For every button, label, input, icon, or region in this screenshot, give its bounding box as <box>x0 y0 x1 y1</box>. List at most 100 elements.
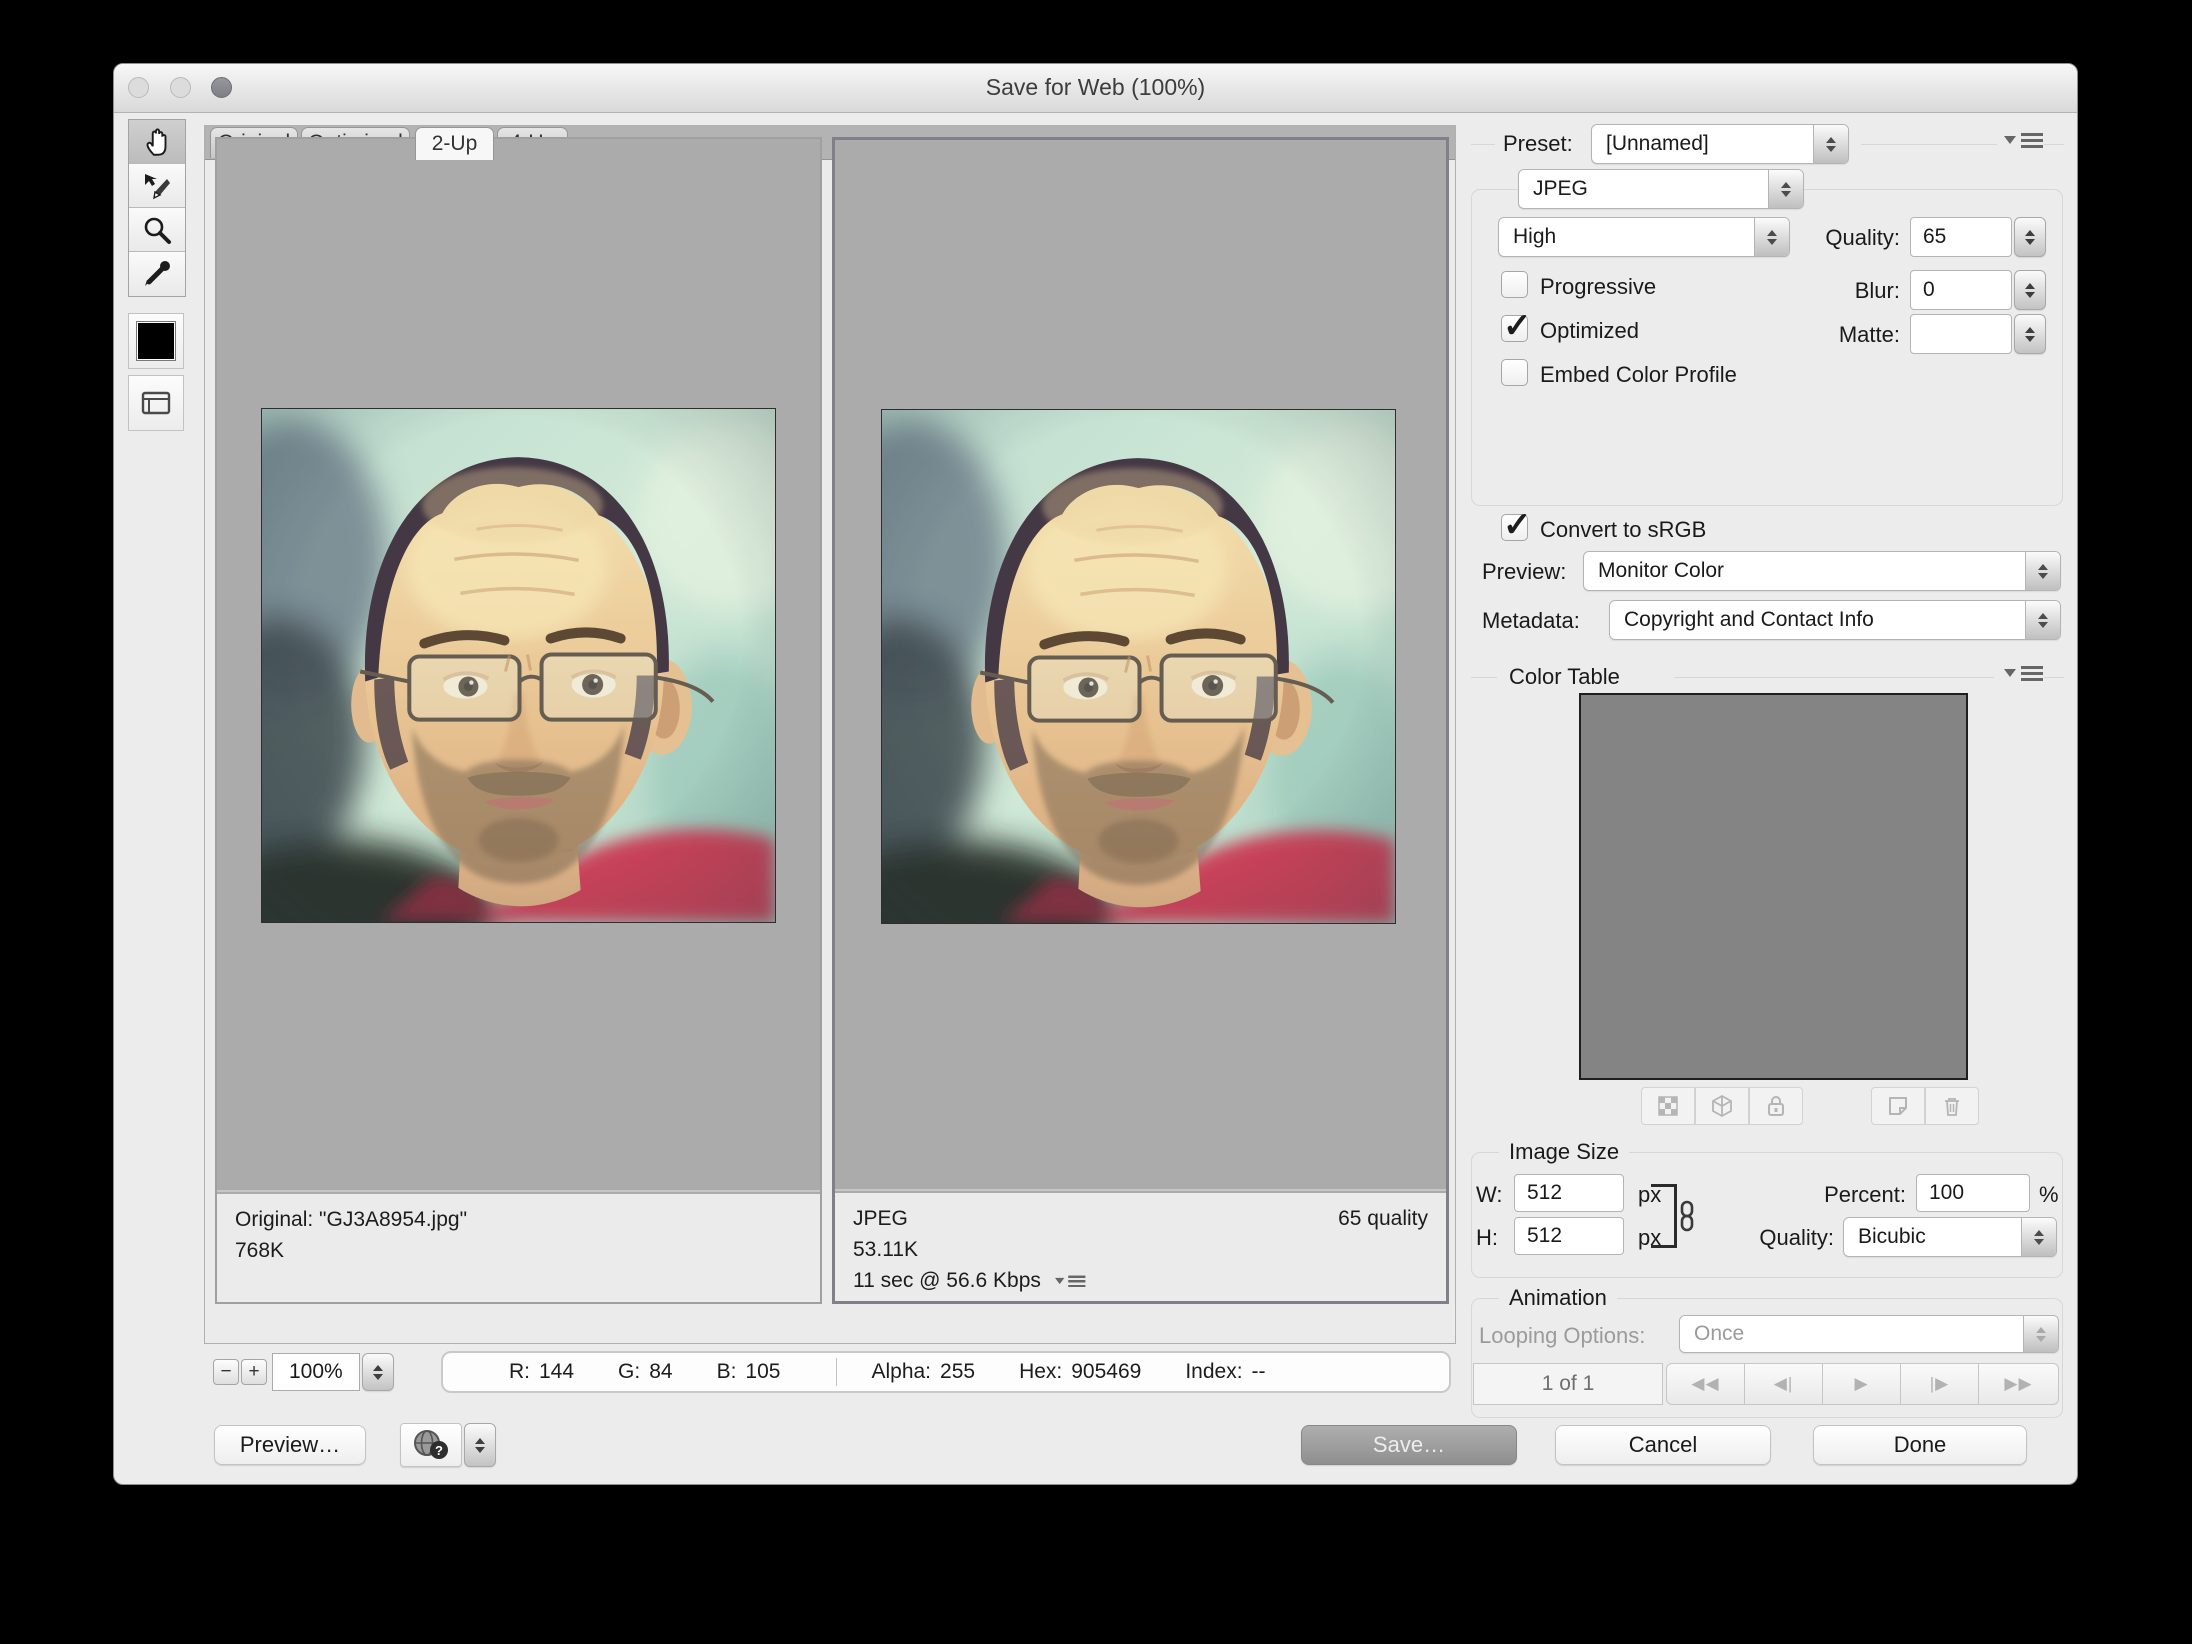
save-button-label: Save… <box>1373 1432 1445 1458</box>
save-button[interactable]: Save… <box>1301 1425 1517 1465</box>
new-swatch-icon <box>1886 1094 1910 1118</box>
blur-value: 0 <box>1923 278 1935 302</box>
lock-color-button[interactable] <box>1749 1087 1803 1125</box>
optimized-checkbox[interactable] <box>1501 315 1528 342</box>
image-size-title: Image Size <box>1499 1139 1629 1165</box>
matte-stepper[interactable] <box>2014 314 2046 354</box>
original-canvas[interactable] <box>217 139 820 1192</box>
index-readout: Index:-- <box>1185 1360 1265 1384</box>
readout-divider <box>836 1358 837 1386</box>
zoom-tool[interactable] <box>129 208 185 252</box>
color-table-title: Color Table <box>1509 664 1620 690</box>
frame-counter-value: 1 of 1 <box>1542 1372 1595 1396</box>
select-browser-button[interactable]: ? <box>400 1423 462 1467</box>
quality-field[interactable]: 65 <box>1910 217 2012 257</box>
width-field[interactable]: 512 <box>1514 1174 1624 1212</box>
preset-dropdown[interactable]: [Unnamed] <box>1591 124 1849 164</box>
previous-frame-button[interactable]: ◀| <box>1744 1363 1823 1405</box>
looping-dropdown-arrows-icon <box>2023 1316 2058 1352</box>
height-field[interactable]: 512 <box>1514 1217 1624 1255</box>
preset-dropdown-arrows-icon <box>1813 125 1848 163</box>
svg-text:?: ? <box>435 1443 443 1458</box>
color-table-swatches[interactable] <box>1579 693 1968 1080</box>
play-icon: ▶ <box>1854 1374 1868 1394</box>
minus-icon: − <box>220 1361 231 1383</box>
matte-field[interactable] <box>1910 314 2012 354</box>
preview-dropdown-arrows-icon <box>2025 552 2060 590</box>
resample-quality-label: Quality: <box>1714 1225 1834 1251</box>
hand-tool[interactable] <box>129 120 185 164</box>
current-color-swatch <box>136 321 176 361</box>
last-frame-button[interactable]: ▶▶ <box>1978 1363 2059 1405</box>
play-button[interactable]: ▶ <box>1822 1363 1901 1405</box>
quality-stepper[interactable] <box>2014 217 2046 257</box>
optimized-image[interactable] <box>881 409 1396 924</box>
preview-mode-label: Preview: <box>1482 559 1566 585</box>
progressive-checkbox[interactable] <box>1501 271 1528 298</box>
slices-icon <box>139 388 173 418</box>
format-dropdown-arrows-icon <box>1768 170 1803 208</box>
web-shift-color-button[interactable] <box>1695 1087 1749 1125</box>
download-rate-menu-icon[interactable] <box>1055 1273 1085 1289</box>
eyedropper-icon <box>141 258 173 290</box>
percent-label: Percent: <box>1754 1182 1906 1208</box>
hex-readout: Hex:905469 <box>1019 1360 1141 1384</box>
optimized-download-rate: 11 sec @ 56.6 Kbps <box>853 1265 1041 1296</box>
link-dimensions-icon[interactable] <box>1674 1200 1700 1232</box>
color-table-rule-mid <box>1674 677 1994 678</box>
browser-list-stepper[interactable] <box>464 1423 496 1467</box>
toggle-slices-visibility-button[interactable] <box>128 375 184 431</box>
alpha-readout: Alpha:255 <box>871 1360 975 1384</box>
optimized-format: JPEG <box>853 1203 908 1234</box>
eyedropper-tool[interactable] <box>129 252 185 296</box>
looping-options-dropdown[interactable]: Once <box>1679 1315 2059 1353</box>
tab-2-up[interactable]: 2-Up <box>415 127 494 160</box>
color-table-menu-icon[interactable] <box>2004 663 2043 683</box>
first-frame-icon: ◀◀ <box>1691 1374 1719 1394</box>
original-image[interactable] <box>261 408 776 923</box>
matte-label: Matte: <box>1714 322 1900 348</box>
preset-rule-right <box>1861 144 1997 145</box>
metadata-dropdown[interactable]: Copyright and Contact Info <box>1609 600 2061 640</box>
height-value: 512 <box>1527 1224 1562 1248</box>
zoom-in-button[interactable]: + <box>241 1359 267 1385</box>
delete-color-button[interactable] <box>1925 1087 1979 1125</box>
first-frame-button[interactable]: ◀◀ <box>1666 1363 1745 1405</box>
zoom-level-field[interactable]: 100% <box>272 1353 360 1391</box>
percent-field[interactable]: 100 <box>1916 1174 2030 1212</box>
blur-field[interactable]: 0 <box>1910 270 2012 310</box>
resample-quality-dropdown[interactable]: Bicubic <box>1843 1217 2057 1257</box>
eyedropper-color-swatch[interactable] <box>128 313 184 369</box>
original-preview-pane[interactable]: Original: "GJ3A8954.jpg" 768K <box>215 137 822 1304</box>
preset-rule-end <box>2044 144 2064 145</box>
looping-options-label: Looping Options: <box>1479 1323 1645 1349</box>
format-dropdown[interactable]: JPEG <box>1518 169 1804 209</box>
optimize-panel-menu-icon[interactable] <box>2004 130 2043 150</box>
lock-icon <box>1764 1094 1788 1118</box>
done-button[interactable]: Done <box>1813 1425 2027 1465</box>
blur-stepper[interactable] <box>2014 270 2046 310</box>
new-color-button[interactable] <box>1871 1087 1925 1125</box>
embed-color-profile-checkbox[interactable] <box>1501 359 1528 386</box>
optimized-preview-pane[interactable]: JPEG 65 quality 53.11K 11 sec @ 56.6 Kbp… <box>832 137 1449 1304</box>
snap-to-web-palette-button[interactable] <box>1641 1087 1695 1125</box>
optimized-canvas[interactable] <box>835 140 1446 1191</box>
tab-2-up-label: 2-Up <box>432 132 478 156</box>
preview-mode-dropdown[interactable]: Monitor Color <box>1583 551 2061 591</box>
checkerboard-icon <box>1656 1094 1680 1118</box>
percent-value: 100 <box>1929 1181 1964 1205</box>
width-value: 512 <box>1527 1181 1562 1205</box>
preview-in-browser-button[interactable]: Preview… <box>214 1425 366 1465</box>
next-frame-button[interactable]: |▶ <box>1900 1363 1979 1405</box>
next-frame-icon: |▶ <box>1930 1374 1950 1394</box>
title-bar[interactable]: Save for Web (100%) <box>114 64 2077 113</box>
zoom-out-button[interactable]: − <box>213 1359 239 1385</box>
original-filename: Original: "GJ3A8954.jpg" <box>235 1204 802 1235</box>
browser-globe-icon: ? <box>411 1428 451 1462</box>
metadata-value: Copyright and Contact Info <box>1624 608 1874 632</box>
cancel-button[interactable]: Cancel <box>1555 1425 1771 1465</box>
convert-to-srgb-checkbox[interactable] <box>1501 514 1528 541</box>
zoom-level-stepper[interactable] <box>362 1353 394 1391</box>
slice-select-tool[interactable] <box>129 164 185 208</box>
screen: { "window": { "title": "Save for Web (10… <box>0 0 2192 1644</box>
